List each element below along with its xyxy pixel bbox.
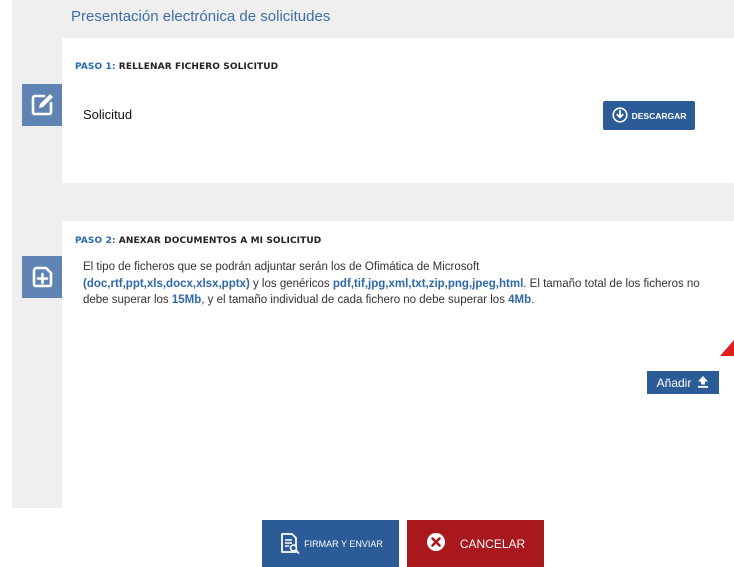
cancel-button[interactable]: CANCELAR bbox=[407, 520, 544, 567]
solicitud-label: Solicitud bbox=[83, 107, 133, 122]
step2-number: PASO 2: bbox=[75, 236, 116, 246]
step1-title: RELLENAR FICHERO SOLICITUD bbox=[115, 62, 279, 72]
sign-send-button[interactable]: FIRMAR Y ENVIAR bbox=[262, 520, 399, 567]
upload-icon bbox=[697, 375, 709, 391]
sign-send-label: FIRMAR Y ENVIAR bbox=[304, 538, 383, 549]
add-file-label: Añadir bbox=[656, 375, 692, 390]
attachment-instructions: El tipo de ficheros que se podrán adjunt… bbox=[83, 261, 700, 306]
close-circle-icon bbox=[426, 532, 446, 555]
sign-document-icon bbox=[278, 532, 300, 556]
download-label: DESCARGAR bbox=[631, 110, 687, 121]
step1-number: PASO 1: bbox=[75, 62, 116, 72]
download-button[interactable]: DESCARGAR bbox=[603, 101, 695, 130]
section-divider bbox=[62, 183, 734, 221]
add-document-icon bbox=[22, 256, 62, 298]
add-file-button[interactable]: Añadir bbox=[647, 371, 719, 394]
step2-title: ANEXAR DOCUMENTOS A MI SOLICITUD bbox=[115, 236, 322, 246]
step2-label: PASO 2: ANEXAR DOCUMENTOS A MI SOLICITUD bbox=[75, 236, 321, 246]
left-gutter bbox=[12, 0, 62, 508]
download-circle-icon bbox=[612, 106, 628, 125]
cancel-label: CANCELAR bbox=[459, 536, 526, 551]
page-title: Presentación electrónica de solicitudes bbox=[71, 8, 331, 25]
edit-icon bbox=[22, 84, 62, 126]
marker-triangle bbox=[720, 340, 734, 356]
step1-label: PASO 1: RELLENAR FICHERO SOLICITUD bbox=[75, 62, 278, 72]
